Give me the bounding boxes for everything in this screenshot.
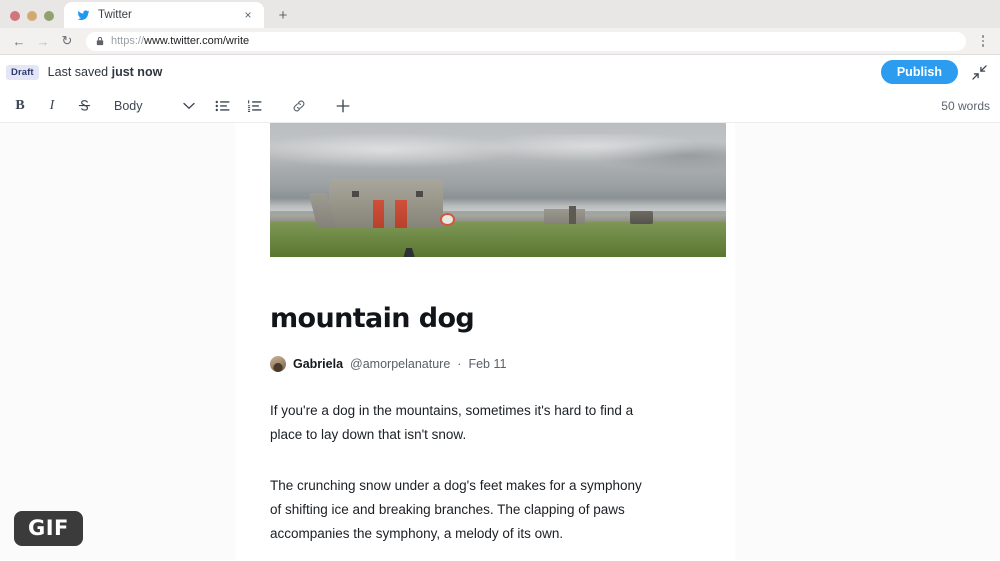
tab-title: Twitter <box>98 9 132 21</box>
address-bar[interactable]: https://www.twitter.com/write <box>86 31 966 51</box>
chevron-down-icon <box>182 97 195 115</box>
status-badge-draft: Draft <box>6 64 39 80</box>
article-body[interactable]: mountain dog Gabriela @amorpelanature · … <box>235 303 735 546</box>
add-block-button[interactable] <box>332 94 354 118</box>
tab-strip: Twitter × + <box>0 0 1000 28</box>
editor-status-bar: Draft Last saved just now Publish <box>0 55 1000 89</box>
byline: Gabriela @amorpelanature · Feb 11 <box>270 356 700 372</box>
bulleted-list-button[interactable] <box>212 94 234 118</box>
hero-outbuilding <box>543 208 585 224</box>
hero-cottage <box>329 179 455 228</box>
back-icon[interactable]: ← <box>8 30 30 52</box>
lock-icon <box>96 36 104 46</box>
hero-life-ring <box>439 213 455 226</box>
formatting-toolbar: B I Body 50 words <box>0 89 1000 123</box>
url-scheme: https:// <box>111 35 145 47</box>
document-page[interactable]: mountain dog Gabriela @amorpelanature · … <box>235 123 735 560</box>
gif-badge: GIF <box>14 511 83 546</box>
window-close-button[interactable] <box>10 11 20 21</box>
page-title[interactable]: mountain dog <box>270 303 700 334</box>
browser-toolbar: ← → ↻ https://www.twitter.com/write <box>0 28 1000 55</box>
browser-menu-icon[interactable] <box>974 31 992 51</box>
author-handle[interactable]: @amorpelanature <box>350 357 450 371</box>
reload-icon[interactable]: ↻ <box>56 30 78 52</box>
close-icon[interactable]: × <box>240 7 256 23</box>
paragraph-1[interactable]: If you're a dog in the mountains, someti… <box>270 399 650 447</box>
paragraph-2[interactable]: The crunching snow under a dog's feet ma… <box>270 474 650 546</box>
browser-tab-twitter[interactable]: Twitter × <box>64 2 264 28</box>
text-style-value: Body <box>114 98 143 113</box>
window-traffic-lights <box>8 11 64 28</box>
collapse-icon[interactable] <box>968 61 990 83</box>
url-text: https://www.twitter.com/write <box>111 35 249 47</box>
last-saved-prefix: Last saved <box>47 65 112 79</box>
publish-button[interactable]: Publish <box>880 59 958 85</box>
forward-icon[interactable]: → <box>32 30 54 52</box>
text-style-dropdown[interactable]: Body <box>114 97 195 115</box>
last-saved-text: Last saved just now <box>48 65 163 79</box>
url-host-path: www.twitter.com/write <box>144 35 250 47</box>
hero-post <box>568 206 576 224</box>
editor-app: Draft Last saved just now Publish B I Bo… <box>0 55 1000 560</box>
last-saved-value: just now <box>111 65 163 79</box>
window-maximize-button[interactable] <box>44 11 54 21</box>
hero-image[interactable] <box>270 123 726 257</box>
hero-rock <box>630 211 654 224</box>
new-tab-button[interactable]: + <box>270 2 296 28</box>
author-name[interactable]: Gabriela <box>293 357 343 371</box>
word-count-label: 50 words <box>941 98 990 113</box>
window-minimize-button[interactable] <box>27 11 37 21</box>
numbered-list-button[interactable] <box>244 94 266 118</box>
hero-window-right <box>415 190 423 198</box>
italic-button[interactable]: I <box>41 94 63 118</box>
hero-window-left <box>352 190 359 198</box>
byline-date: Feb 11 <box>468 357 507 371</box>
browser-chrome: Twitter × + ← → ↻ https://www.twitter.co… <box>0 0 1000 55</box>
avatar[interactable] <box>270 356 286 372</box>
strikethrough-button[interactable] <box>73 94 95 118</box>
link-icon[interactable] <box>288 94 310 118</box>
hero-red-door-left <box>372 199 384 228</box>
byline-separator: · <box>457 357 462 371</box>
hero-red-door-right <box>395 199 407 228</box>
hero-image-block[interactable] <box>235 123 735 257</box>
document-canvas[interactable]: mountain dog Gabriela @amorpelanature · … <box>0 123 1000 560</box>
bold-button[interactable]: B <box>9 94 31 118</box>
twitter-bird-icon <box>76 8 90 22</box>
